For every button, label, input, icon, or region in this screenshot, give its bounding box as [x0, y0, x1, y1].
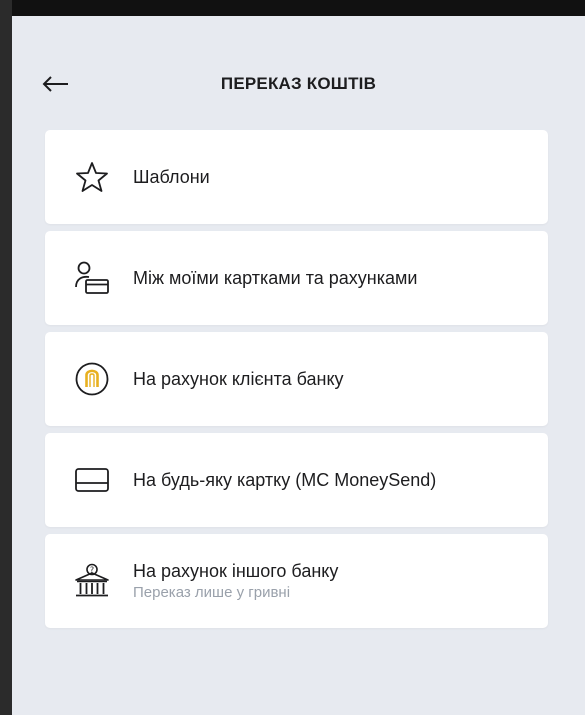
menu-item-label: На рахунок іншого банку [133, 561, 339, 581]
left-frame [0, 0, 12, 715]
user-card-icon [73, 259, 111, 297]
menu-item-templates[interactable]: Шаблони [45, 130, 548, 224]
menu-item-bank-client[interactable]: На рахунок клієнта банку [45, 332, 548, 426]
menu-item-label: На рахунок клієнта банку [133, 369, 344, 389]
transfer-options-list: Шаблони Між моїми картками та рахунками [45, 130, 548, 635]
top-frame [0, 0, 585, 16]
menu-item-label: Між моїми картками та рахунками [133, 268, 418, 288]
star-icon [73, 158, 111, 196]
menu-item-own-accounts[interactable]: Між моїми картками та рахунками [45, 231, 548, 325]
bank-client-icon [73, 360, 111, 398]
menu-item-label: На будь-яку картку (MC MoneySend) [133, 470, 437, 490]
app-header: ПЕРЕКАЗ КОШТІВ [12, 60, 585, 108]
bank-building-icon: ? [73, 562, 111, 600]
page-title: ПЕРЕКАЗ КОШТІВ [220, 74, 377, 93]
menu-item-other-bank[interactable]: ? На рахунок іншого банку Переказ лише у… [45, 534, 548, 628]
transfer-screen: ПЕРЕКАЗ КОШТІВ Шаблони Між моїми карткам… [12, 16, 585, 715]
menu-item-sublabel: Переказ лише у гривні [133, 584, 291, 601]
menu-item-any-card[interactable]: На будь-яку картку (MC MoneySend) [45, 433, 548, 527]
card-icon [73, 461, 111, 499]
menu-item-label: Шаблони [133, 167, 210, 187]
